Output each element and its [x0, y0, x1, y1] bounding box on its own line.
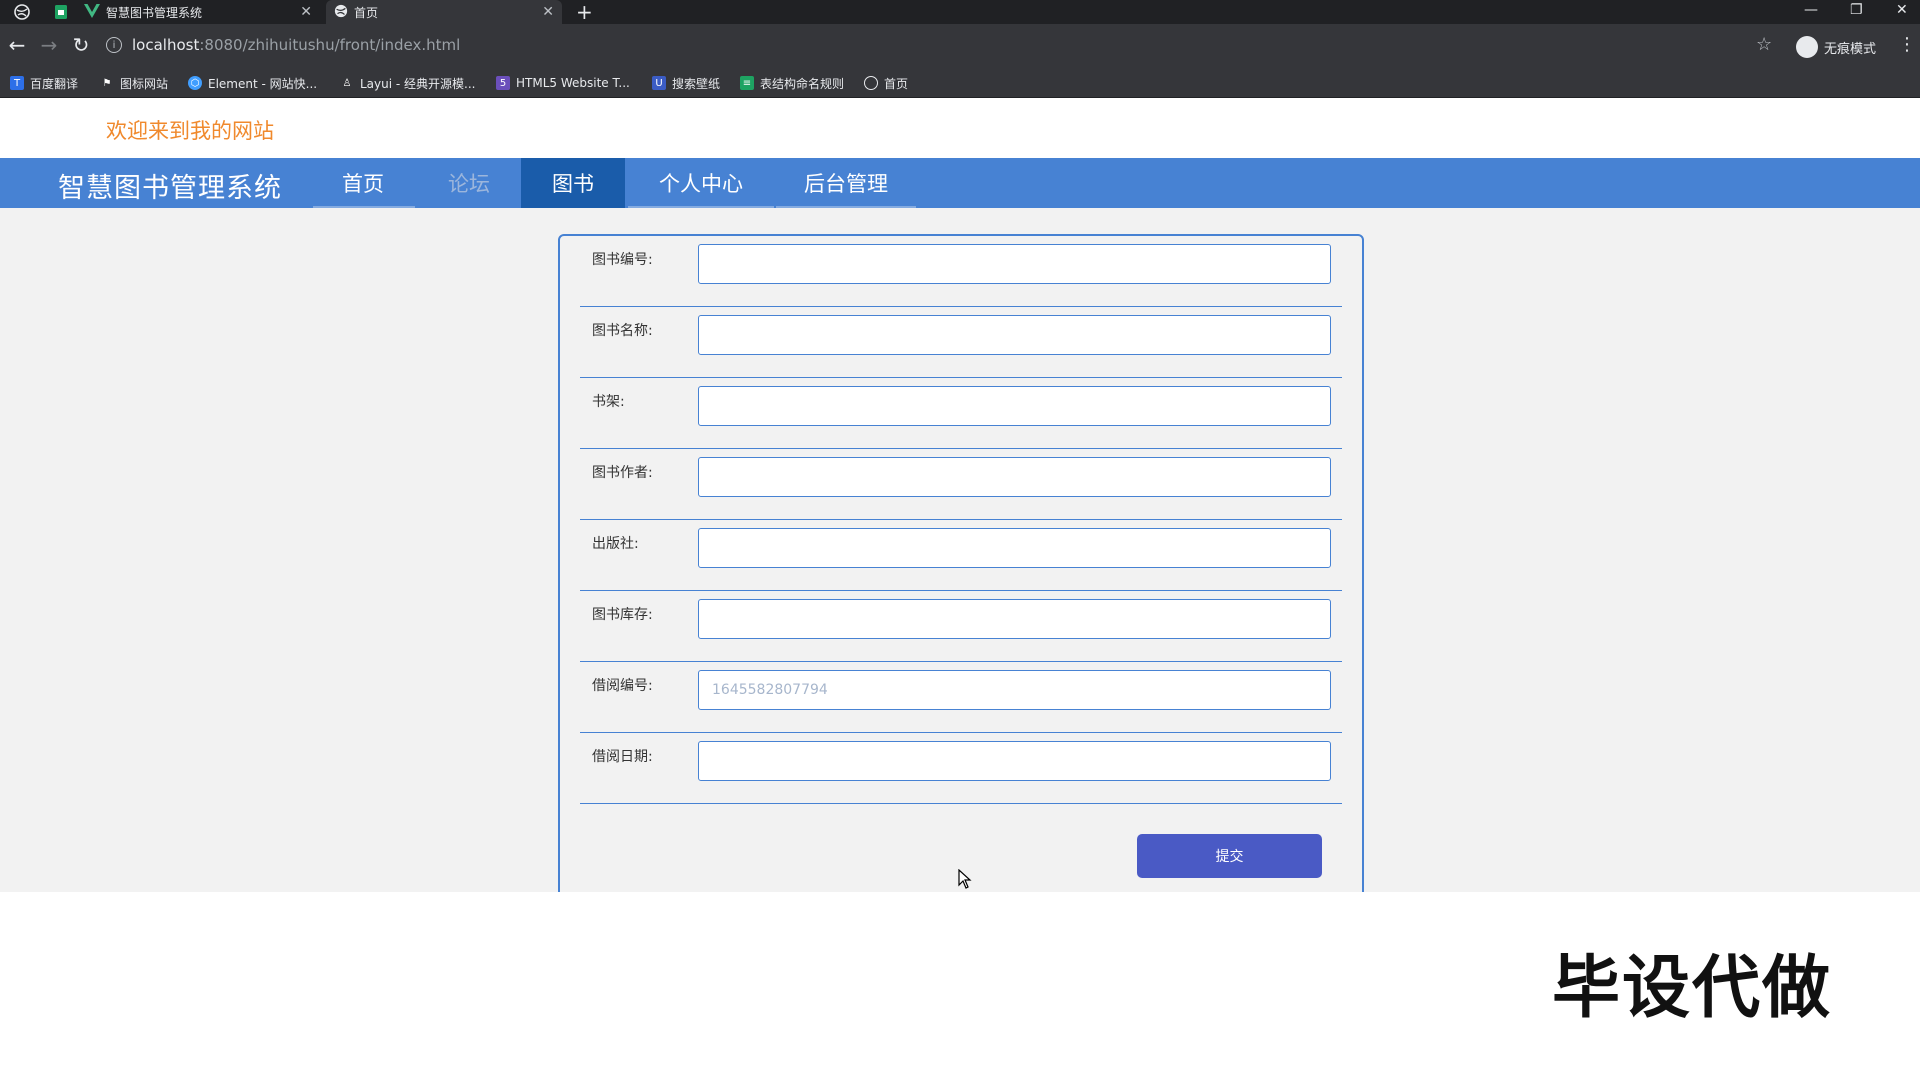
tab-home[interactable]: 首页 ✕	[326, 0, 562, 24]
bookmark-label: HTML5 Website T...	[516, 76, 630, 90]
bookmark-label: Element - 网站快...	[208, 76, 318, 91]
browser-toolbar: ← → ↻ i localhost:8080/zhihuitushu/front…	[0, 24, 1920, 68]
bookmark-label: 搜索壁纸	[672, 76, 721, 91]
tab-close-icon[interactable]: ✕	[542, 4, 554, 20]
watermark-text: 毕设代做	[1552, 949, 1833, 1028]
element-icon: ⬡	[188, 76, 202, 90]
form-row-shelf: 书架:	[580, 378, 1342, 449]
nav-personal-center[interactable]: 个人中心	[628, 158, 774, 208]
form-row-book-id: 图书编号:	[580, 236, 1342, 307]
form-row-author: 图书作者:	[580, 449, 1342, 520]
close-window-icon[interactable]: ✕	[1896, 2, 1908, 18]
tab-close-icon[interactable]: ✕	[300, 4, 312, 20]
incognito-icon	[1796, 36, 1818, 58]
back-arrow-icon[interactable]: ←	[4, 32, 30, 58]
forward-arrow-icon[interactable]: →	[36, 32, 62, 58]
tab-title: 首页	[354, 5, 379, 20]
minimize-icon[interactable]: —	[1804, 2, 1818, 18]
baidu-translate-icon: T	[10, 76, 24, 90]
bottom-overlay: 毕设代做	[0, 892, 1920, 1072]
flag-icon: ⚑	[102, 77, 112, 89]
main-navbar: 智慧图书管理系统 首页 论坛 图书 个人中心 后台管理	[0, 158, 1920, 208]
address-bar[interactable]: i localhost:8080/zhihuitushu/front/index…	[106, 30, 1786, 60]
nav-books[interactable]: 图书	[521, 158, 625, 208]
incognito-label: 无痕模式	[1824, 41, 1877, 57]
html5-icon: 5	[496, 76, 510, 90]
publisher-input[interactable]	[698, 528, 1331, 568]
field-label: 借阅编号:	[592, 678, 653, 694]
globe-icon	[864, 76, 878, 90]
form-row-borrow-date: 借阅日期:	[580, 733, 1342, 804]
welcome-text: 欢迎来到我的网站	[106, 119, 274, 143]
bookmark-label: Layui - 经典开源模...	[360, 76, 476, 91]
sheet-icon: ≡	[740, 76, 754, 90]
book-id-input[interactable]	[698, 244, 1331, 284]
book-name-input[interactable]	[698, 315, 1331, 355]
web-page: 欢迎来到我的网站 智慧图书管理系统 首页 论坛 图书 个人中心 后台管理 图书编…	[0, 98, 1920, 892]
tab-library-system[interactable]: 智慧图书管理系统 ✕	[84, 0, 320, 24]
bookmark-label: 图标网站	[120, 76, 169, 91]
bookmark-item[interactable]: ♙ Layui - 经典开源模...	[340, 74, 476, 92]
borrow-form: 图书编号: 图书名称: 书架: 图书作者: 出版社: 图书库存: 借阅编号: 1…	[558, 234, 1364, 892]
bookmark-item[interactable]: ⬡ Element - 网站快...	[188, 74, 317, 92]
incognito-profile[interactable]: 无痕模式	[1796, 36, 1876, 58]
submit-button[interactable]: 提交	[1137, 834, 1322, 878]
field-label: 图书名称:	[592, 323, 653, 339]
bookmark-label: 首页	[884, 76, 909, 91]
tab-title: 智慧图书管理系统	[106, 5, 203, 20]
bookmarks-bar: T 百度翻译 ⚑ 图标网站 ⬡ Element - 网站快... ♙ Layui - 经…	[0, 68, 1920, 98]
shelf-input[interactable]	[698, 386, 1331, 426]
sheets-app-icon[interactable]	[53, 4, 69, 20]
vue-icon	[84, 3, 100, 21]
form-row-book-name: 图书名称:	[580, 307, 1342, 378]
field-label: 图书库存:	[592, 607, 653, 623]
field-label: 图书作者:	[592, 465, 653, 481]
browser-menu-icon[interactable]: ⋮	[1898, 34, 1916, 55]
form-row-stock: 图书库存:	[580, 591, 1342, 662]
bookmark-item[interactable]: 首页	[864, 74, 908, 92]
nav-home[interactable]: 首页	[313, 158, 413, 208]
field-label: 出版社:	[592, 536, 639, 552]
borrow-date-input[interactable]	[698, 741, 1331, 781]
nav-admin[interactable]: 后台管理	[776, 158, 916, 208]
site-brand[interactable]: 智慧图书管理系统	[58, 166, 282, 205]
reload-icon[interactable]: ↻	[68, 32, 94, 58]
chrome-globe-icon[interactable]	[14, 4, 30, 20]
bookmark-item[interactable]: T 百度翻译	[10, 74, 78, 92]
field-label: 书架:	[592, 394, 625, 410]
field-label: 借阅日期:	[592, 749, 653, 765]
site-info-icon[interactable]: i	[106, 37, 122, 53]
bookmark-item[interactable]: U 搜索壁纸	[652, 74, 720, 92]
stock-input[interactable]	[698, 599, 1331, 639]
globe-icon	[334, 4, 348, 21]
bookmark-label: 表结构命名规则	[760, 76, 845, 91]
form-row-publisher: 出版社:	[580, 520, 1342, 591]
author-input[interactable]	[698, 457, 1331, 497]
layui-icon: ♙	[342, 77, 352, 89]
field-label: 图书编号:	[592, 252, 653, 268]
bookmark-star-icon[interactable]: ☆	[1756, 34, 1772, 55]
restore-icon[interactable]: ❐	[1850, 2, 1863, 18]
address-path: :8080/zhihuitushu/front/index.html	[199, 36, 461, 54]
form-row-borrow-id: 借阅编号:	[580, 662, 1342, 733]
bookmark-label: 百度翻译	[30, 76, 79, 91]
nav-forum[interactable]: 论坛	[448, 158, 490, 208]
bookmark-item[interactable]: ≡ 表结构命名规则	[740, 74, 844, 92]
address-host: localhost	[132, 36, 200, 54]
browser-tabstrip: 智慧图书管理系统 ✕ 首页 ✕ + — ❐ ✕	[0, 0, 1920, 24]
content-area: 图书编号: 图书名称: 书架: 图书作者: 出版社: 图书库存: 借阅编号: 1…	[0, 208, 1920, 892]
new-tab-button[interactable]: +	[576, 1, 593, 23]
bookmark-item[interactable]: 5 HTML5 Website T...	[496, 74, 630, 92]
wallpaper-icon: U	[652, 76, 666, 90]
bookmark-item[interactable]: ⚑ 图标网站	[100, 74, 169, 92]
borrow-id-input[interactable]	[698, 670, 1331, 710]
